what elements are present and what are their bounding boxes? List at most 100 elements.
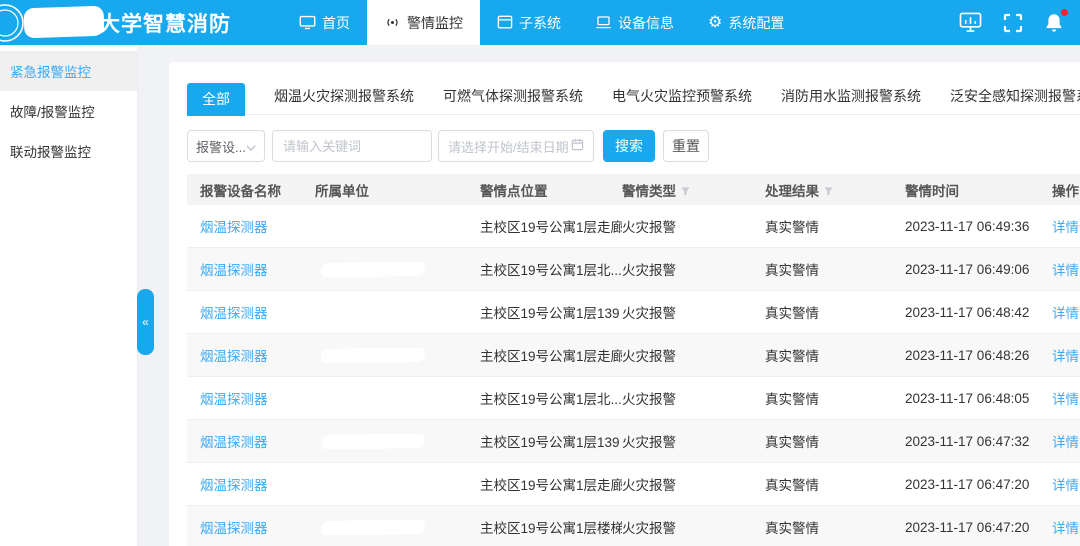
redaction-blob [321, 434, 425, 449]
handle-result: 真实警情 [765, 388, 905, 408]
detail-link[interactable]: 详情 [1052, 478, 1079, 493]
alarm-type: 火灾报警 [622, 259, 765, 279]
filter-funnel-icon[interactable] [680, 185, 691, 200]
col-device-name: 报警设备名称 [187, 180, 315, 200]
brand: 大学智慧消防 [0, 0, 282, 45]
left-sidebar: 紧急报警监控 故障/报警监控 联动报警监控 [0, 45, 138, 546]
nav-item-home[interactable]: 首页 [282, 0, 367, 45]
main-nav: 首页 警情监控 子系统 [282, 0, 801, 45]
window-icon [497, 15, 513, 30]
top-navbar: 大学智慧消防 首页 警情监控 [0, 0, 1080, 45]
col-result: 处理结果 [765, 180, 905, 200]
nav-item-system-config[interactable]: ⚙ 系统配置 [691, 0, 801, 45]
nav-item-label: 系统配置 [728, 13, 784, 33]
navbar-right [959, 0, 1080, 45]
sidebar-item-emergency-alarm[interactable]: 紧急报警监控 [0, 51, 137, 91]
device-name-link[interactable]: 烟温探测器 [200, 220, 268, 235]
table-row: 烟温探测器 主校区19号公寓1层北... 火灾报警 真实警情 2023-11-1… [187, 248, 1080, 291]
date-placeholder: 请选择开始/结束日期 [448, 137, 571, 156]
handle-result: 真实警情 [765, 216, 905, 236]
detail-link[interactable]: 详情 [1052, 263, 1079, 278]
unit-cell [315, 262, 480, 277]
table-row: 烟温探测器 主校区19号公寓1层楼梯3 火灾报警 真实警情 2023-11-17… [187, 506, 1080, 546]
tab-smoke-temp-fire[interactable]: 烟温火灾探测报警系统 [274, 86, 414, 112]
notification-badge [1061, 9, 1068, 16]
sidebar-collapse-handle[interactable]: « [137, 289, 154, 355]
alarm-location: 主校区19号公寓1层楼梯3 [480, 517, 622, 537]
redaction-blob [321, 262, 425, 277]
search-button[interactable]: 搜索 [603, 130, 655, 162]
device-name-link[interactable]: 烟温探测器 [200, 349, 268, 364]
chevron-down-icon [246, 139, 256, 154]
unit-cell [315, 434, 480, 449]
nav-item-alarm-monitor[interactable]: 警情监控 [367, 0, 480, 45]
dashboard-icon[interactable] [959, 12, 982, 33]
tab-combustible-gas[interactable]: 可燃气体探测报警系统 [443, 86, 583, 112]
device-name-link[interactable]: 烟温探测器 [200, 306, 268, 321]
table-row: 烟温探测器 主校区19号公寓1层走廊4 火灾报警 真实警情 2023-11-17… [187, 463, 1080, 506]
sidebar-item-linkage-alarm[interactable]: 联动报警监控 [0, 131, 137, 171]
system-tabs: 全部 烟温火灾探测报警系统 可燃气体探测报警系统 电气火灾监控预警系统 消防用水… [187, 84, 1080, 115]
alarm-type: 火灾报警 [622, 345, 765, 365]
detail-link[interactable]: 详情 [1052, 306, 1079, 321]
fullscreen-icon[interactable] [1003, 13, 1023, 33]
detail-link[interactable]: 详情 [1052, 435, 1079, 450]
table-body: 烟温探测器 主校区19号公寓1层走廊4 火灾报警 真实警情 2023-11-17… [187, 205, 1080, 546]
handle-result: 真实警情 [765, 259, 905, 279]
col-actions: 操作 [1052, 180, 1080, 200]
tab-fire-water[interactable]: 消防用水监测报警系统 [781, 86, 921, 112]
device-icon [595, 15, 612, 30]
tab-pan-security[interactable]: 泛安全感知探测报警系统 [950, 86, 1080, 112]
alarm-location: 主校区19号公寓1层139 [480, 431, 622, 451]
nav-item-label: 首页 [322, 13, 350, 33]
alarm-location: 主校区19号公寓1层走廊4 [480, 216, 622, 236]
alarm-location: 主校区19号公寓1层北... [480, 388, 622, 408]
sidebar-item-label: 紧急报警监控 [10, 61, 91, 81]
alarm-location: 主校区19号公寓1层北... [480, 259, 622, 279]
handle-result: 真实警情 [765, 345, 905, 365]
alarm-type: 火灾报警 [622, 302, 765, 322]
broadcast-icon [384, 15, 401, 30]
date-range-picker[interactable]: 请选择开始/结束日期 [438, 130, 594, 162]
tab-electrical-fire[interactable]: 电气火灾监控预警系统 [612, 86, 752, 112]
alarm-type-select[interactable]: 报警设... [187, 130, 265, 162]
bell-icon[interactable] [1044, 12, 1064, 33]
detail-link[interactable]: 详情 [1052, 521, 1079, 536]
collapse-left-icon: « [142, 315, 149, 329]
alarm-time: 2023-11-17 06:49:36 [905, 219, 1052, 234]
nav-item-label: 警情监控 [407, 13, 463, 33]
table-row: 烟温探测器 主校区19号公寓1层走廊4 火灾报警 真实警情 2023-11-17… [187, 334, 1080, 377]
redaction-blob [321, 348, 425, 363]
nav-item-device-info[interactable]: 设备信息 [578, 0, 691, 45]
col-alarm-type: 警情类型 [622, 180, 765, 200]
table-row: 烟温探测器 主校区19号公寓1层139 火灾报警 真实警情 2023-11-17… [187, 291, 1080, 334]
nav-item-subsystems[interactable]: 子系统 [480, 0, 578, 45]
device-name-link[interactable]: 烟温探测器 [200, 392, 268, 407]
device-name-link[interactable]: 烟温探测器 [200, 435, 268, 450]
device-name-link[interactable]: 烟温探测器 [200, 478, 268, 493]
table-row: 烟温探测器 主校区19号公寓1层139 火灾报警 真实警情 2023-11-17… [187, 420, 1080, 463]
table-row: 烟温探测器 主校区19号公寓1层北... 火灾报警 真实警情 2023-11-1… [187, 377, 1080, 420]
gear-icon: ⚙ [708, 15, 722, 31]
detail-link[interactable]: 详情 [1052, 392, 1079, 407]
tab-all[interactable]: 全部 [187, 83, 245, 116]
alarm-time: 2023-11-17 06:47:20 [905, 477, 1052, 492]
table-header: 报警设备名称 所属单位 警情点位置 警情类型 处理结果 警情时间 操作 [187, 174, 1080, 205]
sidebar-item-label: 故障/报警监控 [10, 101, 95, 121]
detail-link[interactable]: 详情 [1052, 220, 1079, 235]
device-name-link[interactable]: 烟温探测器 [200, 263, 268, 278]
handle-result: 真实警情 [765, 431, 905, 451]
filter-funnel-icon[interactable] [823, 185, 834, 200]
detail-link[interactable]: 详情 [1052, 349, 1079, 364]
alarm-time: 2023-11-17 06:48:42 [905, 305, 1052, 320]
unit-cell [315, 348, 480, 363]
alarm-type: 火灾报警 [622, 474, 765, 494]
sidebar-item-fault-alarm[interactable]: 故障/报警监控 [0, 91, 137, 131]
keyword-input[interactable] [272, 130, 432, 162]
device-name-link[interactable]: 烟温探测器 [200, 521, 268, 536]
nav-item-label: 子系统 [519, 13, 561, 33]
content-card: 全部 烟温火灾探测报警系统 可燃气体探测报警系统 电气火灾监控预警系统 消防用水… [169, 62, 1080, 546]
alarm-type: 火灾报警 [622, 388, 765, 408]
col-location: 警情点位置 [480, 180, 622, 200]
reset-button[interactable]: 重置 [663, 130, 709, 162]
